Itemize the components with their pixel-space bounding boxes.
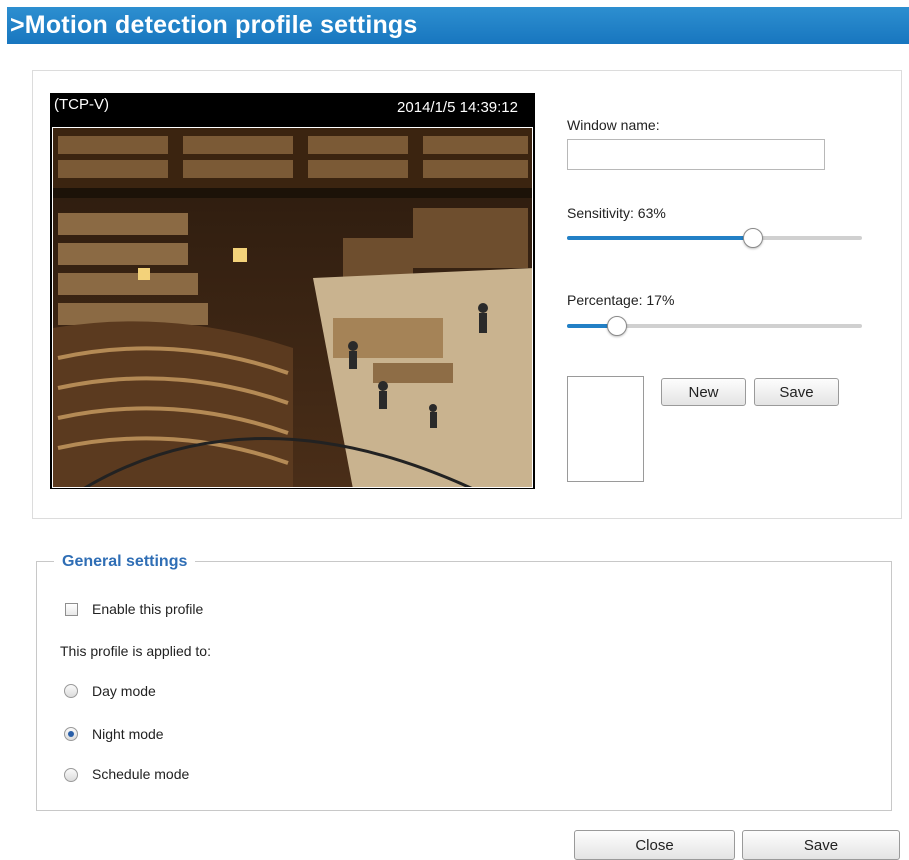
sensitivity-slider-handle[interactable] <box>742 228 763 248</box>
enable-profile-label: Enable this profile <box>92 601 204 617</box>
schedule-mode-radio[interactable] <box>64 768 78 782</box>
new-window-button[interactable]: New <box>661 378 746 406</box>
camera-scene-image <box>53 128 532 487</box>
night-mode-label: Night mode <box>92 726 164 742</box>
percentage-slider[interactable] <box>567 316 862 336</box>
sensitivity-label: Sensitivity: 63% <box>567 205 666 221</box>
save-window-button[interactable]: Save <box>754 378 839 406</box>
window-name-label: Window name: <box>567 117 660 133</box>
percentage-slider-handle[interactable] <box>607 316 628 336</box>
applied-to-label: This profile is applied to: <box>60 643 211 659</box>
schedule-mode-label: Schedule mode <box>92 766 190 782</box>
window-list-box[interactable] <box>567 376 644 482</box>
percentage-label: Percentage: 17% <box>567 292 675 308</box>
video-timestamp: 2014/1/5 14:39:12 <box>397 99 518 116</box>
camera-view-image[interactable] <box>52 127 533 488</box>
page-title: >Motion detection profile settings <box>10 11 418 39</box>
sensitivity-slider-fill <box>567 236 753 240</box>
window-name-input[interactable] <box>567 139 825 170</box>
day-mode-radio[interactable] <box>64 684 78 698</box>
general-settings-legend: General settings <box>54 553 196 571</box>
page-header: >Motion detection profile settings <box>7 7 909 44</box>
stream-label: (TCP-V) <box>54 96 109 113</box>
save-button[interactable]: Save <box>742 830 900 860</box>
enable-profile-checkbox[interactable] <box>65 603 78 616</box>
video-preview: (TCP-V) 2014/1/5 14:39:12 <box>50 93 535 489</box>
sensitivity-slider[interactable] <box>567 228 862 248</box>
day-mode-label: Day mode <box>92 683 156 699</box>
close-button[interactable]: Close <box>574 830 735 860</box>
night-mode-radio[interactable] <box>64 727 78 741</box>
